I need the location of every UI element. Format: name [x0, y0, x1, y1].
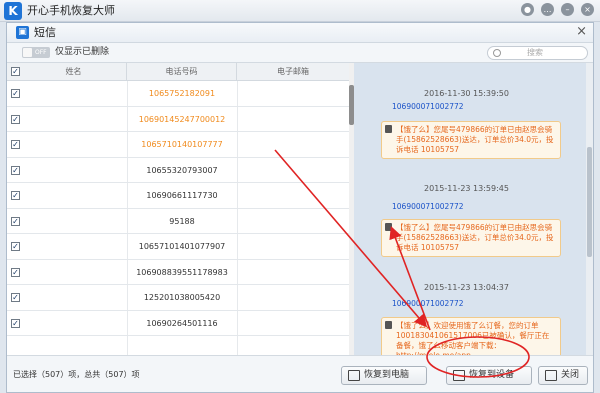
- filter-toolbar: OFF 仅显示已删除 搜索: [7, 43, 593, 63]
- table-row[interactable]: ✓ 95188: [7, 209, 349, 234]
- trash-icon: [385, 321, 392, 329]
- wechat-icon[interactable]: ●: [521, 3, 534, 16]
- close-label: 关闭: [561, 370, 580, 380]
- deleted-only-toggle[interactable]: OFF: [22, 47, 50, 58]
- table-row[interactable]: ✓ 10690661117730: [7, 183, 349, 209]
- phone-number-cell: 106908839551178983: [136, 267, 228, 277]
- restore-to-device-label: 恢复到设备: [469, 370, 515, 380]
- titlebar-controls: ● … – ×: [521, 3, 594, 16]
- phone-number-cell: 1065752182091: [148, 89, 216, 98]
- row-checkbox[interactable]: ✓: [11, 293, 20, 302]
- restore-to-pc-button[interactable]: 恢复到电脑: [341, 366, 427, 385]
- search-input[interactable]: 搜索: [487, 46, 588, 60]
- chat-icon[interactable]: …: [541, 3, 554, 16]
- row-checkbox[interactable]: ✓: [11, 140, 20, 149]
- row-checkbox[interactable]: ✓: [11, 114, 20, 124]
- message-bubble[interactable]: 【饿了么】您尾号479866的订单已由赵思会骑手(15862528663)送达，…: [381, 219, 561, 257]
- message-sender: 106900071002772: [392, 299, 464, 308]
- footer-bar: 已选择（507）项，总共（507）项 恢复到电脑 恢复到设备 关闭: [7, 355, 593, 392]
- phone-number-cell: 10690661117730: [146, 191, 218, 200]
- table-row[interactable]: ✓ 1065752182091: [7, 81, 349, 107]
- message-timestamp: 2015-11-23 13:59:45: [424, 184, 509, 193]
- message-bubble[interactable]: 【饿了么】欢迎使用饿了么订餐，您的订单100183041061517006已被确…: [381, 317, 561, 355]
- message-text: 【饿了么】欢迎使用饿了么订餐，您的订单100183041061517006已被确…: [396, 321, 550, 355]
- exit-icon: [545, 370, 557, 381]
- panel-close-button[interactable]: ×: [576, 24, 587, 40]
- table-row[interactable]: ✓ 125201038005420: [7, 285, 349, 311]
- phone-number-cell: 10657101401077907: [138, 242, 226, 251]
- row-checkbox[interactable]: ✓: [11, 216, 20, 226]
- message-text: 【饿了么】您尾号479866的订单已由赵思会骑手(15862528663)送达，…: [396, 223, 554, 252]
- sms-panel: ▣ 短信 × OFF 仅显示已删除 搜索 ✓ 姓名 电话号码 电子邮箱 ✓ 106…: [6, 22, 594, 393]
- restore-to-device-button[interactable]: 恢复到设备: [446, 366, 532, 385]
- sms-icon: ▣: [16, 26, 29, 39]
- table-row[interactable]: ✓ 10690264501116: [7, 311, 349, 336]
- computer-icon: [348, 370, 360, 381]
- row-checkbox[interactable]: ✓: [11, 267, 20, 277]
- minimize-icon[interactable]: –: [561, 3, 574, 16]
- selection-status: 已选择（507）项，总共（507）项: [13, 370, 140, 379]
- row-checkbox[interactable]: ✓: [11, 318, 20, 328]
- message-scrollbar-thumb[interactable]: [587, 147, 592, 257]
- app-title: 开心手机恢复大师: [27, 4, 115, 17]
- search-icon: [493, 49, 501, 57]
- row-checkbox[interactable]: ✓: [11, 242, 20, 251]
- table-rows: ✓ 1065752182091 ✓ 10690145247700012 ✓ 1065710…: [7, 81, 349, 336]
- table-row[interactable]: ✓ 10657101401077907: [7, 234, 349, 260]
- message-scrollbar[interactable]: [586, 63, 593, 355]
- message-text: 【饿了么】您尾号479866的订单已由赵思会骑手(15862528663)送达，…: [396, 125, 554, 154]
- message-bubble[interactable]: 【饿了么】您尾号479866的订单已由赵思会骑手(15862528663)送达，…: [381, 121, 561, 159]
- phone-number-cell: 1065710140107777: [141, 140, 223, 149]
- panel-header: ▣ 短信 ×: [7, 23, 593, 43]
- table-row[interactable]: ✓ 1065710140107777: [7, 132, 349, 158]
- phone-number-cell: 125201038005420: [143, 293, 221, 302]
- phone-number-cell: 10690145247700012: [138, 114, 226, 124]
- column-header-name[interactable]: 姓名: [7, 63, 127, 81]
- panel-title: 短信: [34, 26, 56, 39]
- row-checkbox[interactable]: ✓: [11, 165, 20, 175]
- contact-table: ✓ 姓名 电话号码 电子邮箱 ✓ 1065752182091 ✓ 1069014524…: [7, 63, 349, 355]
- phone-number-cell: 10655320793007: [146, 165, 218, 175]
- message-timestamp: 2016-11-30 15:39:50: [424, 89, 509, 98]
- trash-icon: [385, 223, 392, 231]
- message-timestamp: 2015-11-23 13:04:37: [424, 283, 509, 292]
- title-bar: K 开心手机恢复大师 ● … – ×: [0, 0, 600, 22]
- close-icon[interactable]: ×: [581, 3, 594, 16]
- phone-number-cell: 95188: [169, 216, 195, 226]
- restore-to-pc-label: 恢复到电脑: [364, 370, 410, 380]
- toggle-knob: [23, 48, 32, 57]
- row-checkbox[interactable]: ✓: [11, 191, 20, 200]
- close-button[interactable]: 关闭: [538, 366, 588, 385]
- search-placeholder: 搜索: [527, 48, 543, 57]
- column-header-phone[interactable]: 电话号码: [127, 63, 237, 81]
- filter-label: 仅显示已删除: [55, 47, 110, 57]
- message-pane: 2016-11-30 15:39:50 106900071002772 【饿了么…: [354, 63, 593, 355]
- table-header: ✓ 姓名 电话号码 电子邮箱: [7, 63, 349, 81]
- phone-number-cell: 10690264501116: [146, 318, 218, 328]
- column-header-email[interactable]: 电子邮箱: [237, 63, 349, 81]
- device-icon: [453, 370, 465, 381]
- table-row[interactable]: ✓ 106908839551178983: [7, 260, 349, 285]
- table-row[interactable]: ✓ 10655320793007: [7, 158, 349, 183]
- row-checkbox[interactable]: ✓: [11, 89, 20, 98]
- message-sender: 106900071002772: [392, 102, 464, 111]
- table-row[interactable]: ✓ 10690145247700012: [7, 107, 349, 132]
- message-sender: 106900071002772: [392, 202, 464, 211]
- toggle-label: OFF: [35, 49, 47, 56]
- app-logo: K: [4, 2, 22, 20]
- trash-icon: [385, 125, 392, 133]
